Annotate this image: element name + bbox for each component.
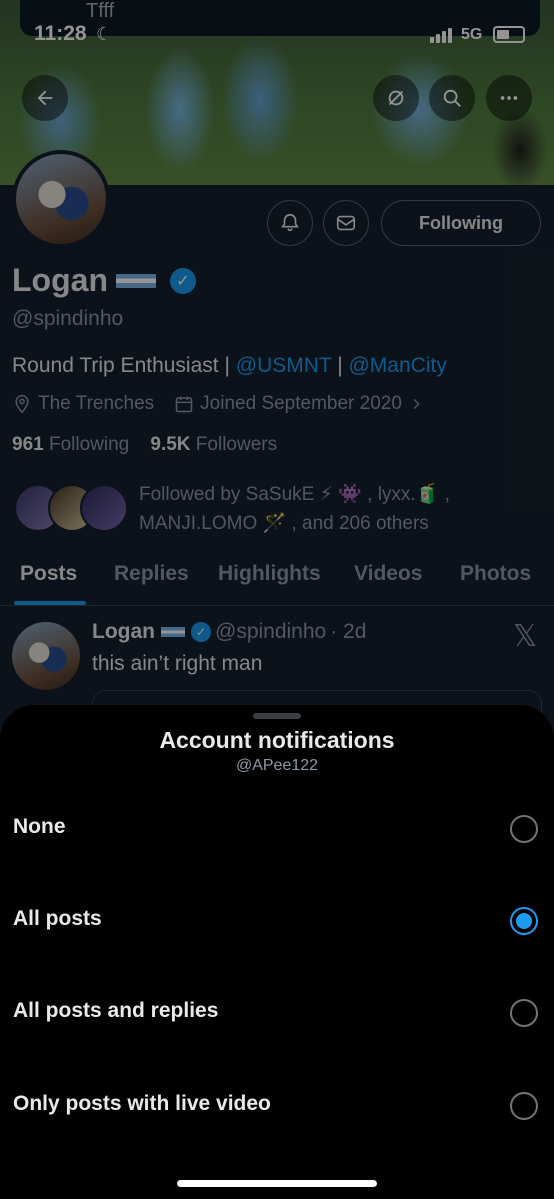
option-label: All posts xyxy=(13,907,102,930)
home-indicator[interactable] xyxy=(177,1180,377,1187)
account-notifications-sheet: Account notifications @APee122 None All … xyxy=(0,705,554,1199)
option-label: None xyxy=(13,815,66,838)
option-live-video[interactable]: Only posts with live video xyxy=(0,1070,554,1140)
sheet-title: Account notifications xyxy=(159,727,395,753)
radio-button[interactable] xyxy=(510,999,538,1027)
radio-button[interactable] xyxy=(510,815,538,843)
sheet-subtitle: @APee122 xyxy=(235,757,319,774)
sheet-grabber[interactable] xyxy=(253,713,301,719)
option-all-posts[interactable]: All posts xyxy=(0,885,554,955)
option-label: All posts and replies xyxy=(13,999,219,1022)
option-label: Only posts with live video xyxy=(13,1092,271,1115)
option-all-posts-and-replies[interactable]: All posts and replies xyxy=(0,977,554,1047)
radio-button-selected[interactable] xyxy=(510,907,538,935)
option-none[interactable]: None xyxy=(0,793,554,863)
radio-button[interactable] xyxy=(510,1092,538,1120)
